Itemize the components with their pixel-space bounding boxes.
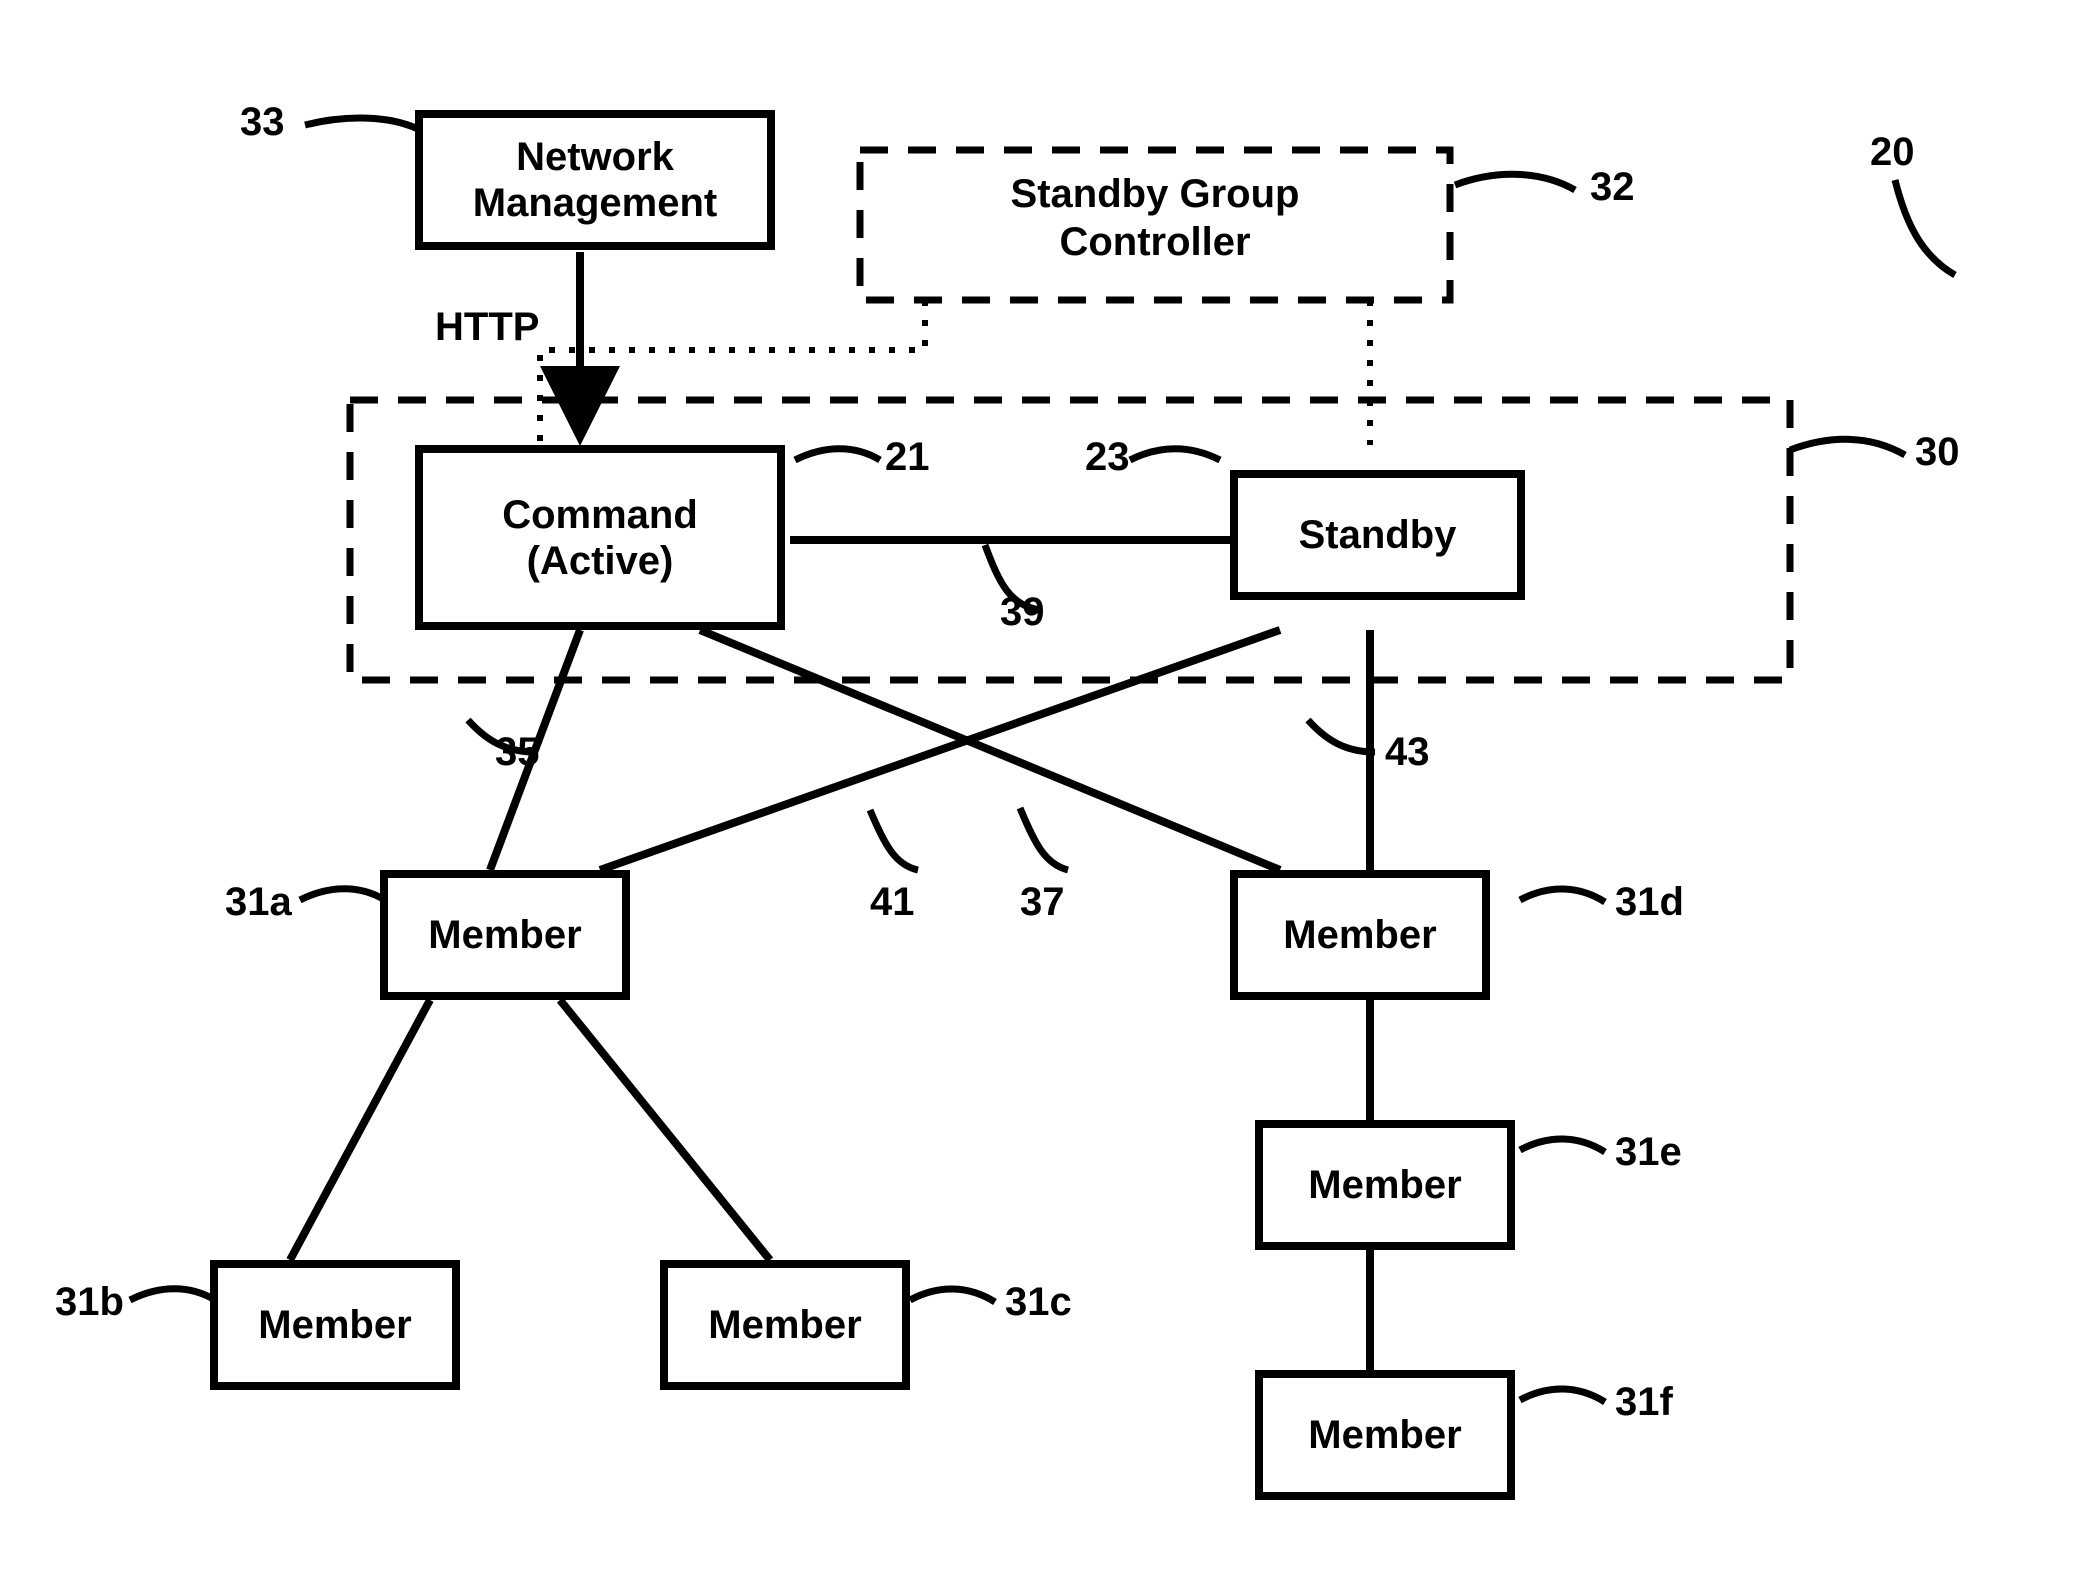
- node-standby: Standby: [1230, 470, 1525, 600]
- hook-32: [1455, 174, 1575, 190]
- ref-33: 33: [240, 100, 285, 145]
- hook-43: [1308, 720, 1375, 752]
- hook-30: [1790, 439, 1905, 455]
- ref-31e: 31e: [1615, 1130, 1682, 1175]
- node-member-31d: Member: [1230, 870, 1490, 1000]
- ref-30: 30: [1915, 430, 1960, 475]
- hook-31a: [300, 889, 385, 900]
- ref-23: 23: [1085, 435, 1130, 480]
- ref-31f: 31f: [1615, 1380, 1673, 1425]
- node-label: Member: [1308, 1162, 1461, 1208]
- hook-37: [1020, 808, 1068, 870]
- hook-31e: [1520, 1139, 1605, 1152]
- ref-43: 43: [1385, 730, 1430, 775]
- node-member-31e: Member: [1255, 1120, 1515, 1250]
- ref-31c: 31c: [1005, 1280, 1072, 1325]
- node-label: Member: [428, 912, 581, 958]
- node-label: Member: [1308, 1412, 1461, 1458]
- hook-23: [1130, 449, 1220, 460]
- link-stb-31a: [600, 630, 1280, 870]
- node-label: Standby: [1299, 512, 1457, 558]
- node-member-31f: Member: [1255, 1370, 1515, 1500]
- hook-20: [1895, 180, 1955, 275]
- ref-31d: 31d: [1615, 880, 1684, 925]
- dotted-leader-left: [540, 300, 925, 445]
- ref-32: 32: [1590, 165, 1635, 210]
- node-member-31b: Member: [210, 1260, 460, 1390]
- ref-21: 21: [885, 435, 930, 480]
- hook-31c: [910, 1289, 995, 1302]
- link-31a-31c: [560, 1000, 770, 1260]
- node-label: Member: [258, 1302, 411, 1348]
- link-31a-31b: [290, 1000, 430, 1260]
- hook-31f: [1520, 1389, 1605, 1402]
- link-cmd-31d: [700, 630, 1280, 870]
- hook-31d: [1520, 889, 1605, 902]
- node-member-31a: Member: [380, 870, 630, 1000]
- node-label: NetworkManagement: [473, 134, 718, 226]
- node-label: Member: [1283, 912, 1436, 958]
- node-label: Command(Active): [502, 492, 698, 584]
- ref-20: 20: [1870, 130, 1915, 175]
- ref-35: 35: [495, 730, 540, 775]
- hook-33: [305, 118, 420, 130]
- ref-37: 37: [1020, 880, 1065, 925]
- ref-31a: 31a: [225, 880, 292, 925]
- hook-41: [870, 810, 918, 870]
- node-command-active: Command(Active): [415, 445, 785, 630]
- hook-21: [795, 449, 880, 460]
- ref-41: 41: [870, 880, 915, 925]
- ref-31b: 31b: [55, 1280, 124, 1325]
- hook-31b: [130, 1289, 215, 1300]
- diagram-stage: NetworkManagement Command(Active) Standb…: [0, 0, 2076, 1596]
- node-member-31c: Member: [660, 1260, 910, 1390]
- ref-39: 39: [1000, 590, 1045, 635]
- label-http: HTTP: [435, 305, 539, 350]
- group-32-title: Standby GroupController: [920, 170, 1390, 266]
- node-label: Member: [708, 1302, 861, 1348]
- node-network-management: NetworkManagement: [415, 110, 775, 250]
